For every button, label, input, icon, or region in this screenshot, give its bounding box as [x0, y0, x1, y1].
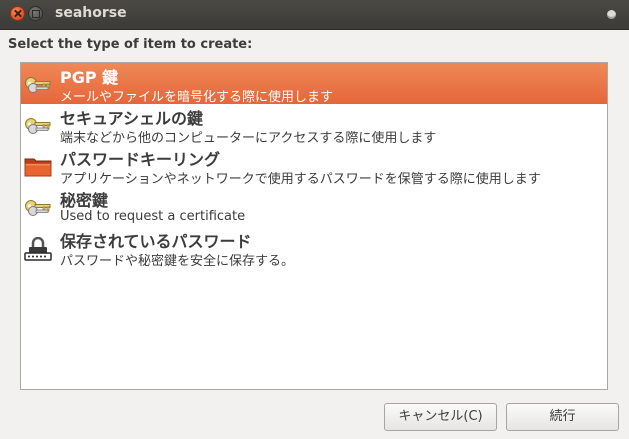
item-name: 保存されているパスワード [60, 232, 252, 251]
list-item-stored-password[interactable]: 保存されているパスワード パスワードや秘密鍵を安全に保存する。 [21, 227, 607, 269]
list-item-ssh-key[interactable]: セキュアシェルの鍵 端末などから他のコンピューターにアクセスする際に使用します [21, 104, 607, 146]
window-title: seahorse [55, 5, 127, 21]
title-bar: seahorse [0, 0, 629, 30]
item-name: セキュアシェルの鍵 [60, 109, 204, 128]
item-name: PGP 鍵 [60, 68, 119, 87]
prompt-label: Select the type of item to create: [8, 37, 253, 52]
item-description: アプリケーションやネットワークで使用するパスワードを保管する際に使用します [60, 172, 541, 187]
lock-icon [24, 237, 52, 261]
close-button[interactable] [10, 6, 25, 21]
folder-icon [24, 158, 52, 177]
item-name: パスワードキーリング [60, 150, 221, 169]
minimize-button[interactable] [28, 6, 43, 21]
continue-button[interactable]: 続行 [506, 403, 619, 431]
item-name: 秘密鍵 [60, 191, 109, 210]
key-icon [25, 77, 51, 93]
item-description: Used to request a certificate [60, 209, 246, 224]
key-icon [25, 118, 51, 134]
cancel-button[interactable]: キャンセル(C) [384, 403, 497, 431]
item-description: パスワードや秘密鍵を安全に保存する。 [60, 254, 295, 269]
item-description: 端末などから他のコンピューターにアクセスする際に使用します [60, 131, 437, 146]
dialog-window: seahorse Select the type of item to crea… [0, 0, 629, 439]
item-type-list[interactable]: PGP 鍵 メールやファイルを暗号化する際に使用します セキュアシェルの鍵 端末… [20, 62, 608, 390]
item-description: メールやファイルを暗号化する際に使用します [60, 90, 334, 105]
list-item-pgp-key[interactable]: PGP 鍵 メールやファイルを暗号化する際に使用します [21, 63, 607, 105]
key-icon [25, 200, 51, 216]
list-item-private-key[interactable]: 秘密鍵 Used to request a certificate [21, 186, 607, 227]
window-menu-icon[interactable] [607, 10, 616, 19]
list-item-password-keyring[interactable]: パスワードキーリング アプリケーションやネットワークで使用するパスワードを保管す… [21, 145, 607, 187]
